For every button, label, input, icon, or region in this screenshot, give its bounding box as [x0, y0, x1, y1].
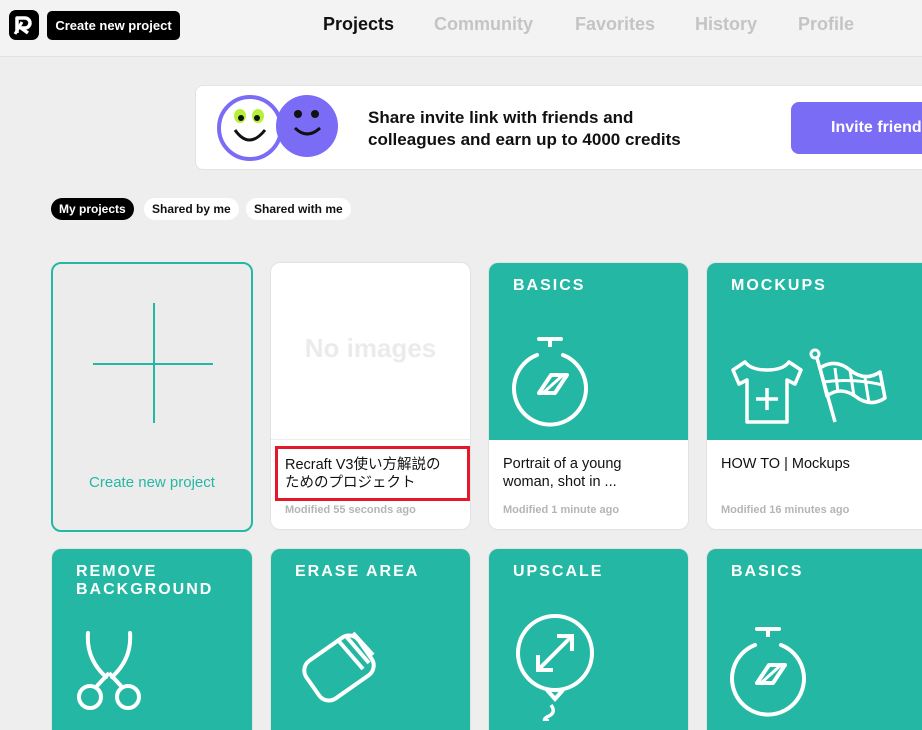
card-thumbnail: MOCKUPS: [707, 263, 922, 440]
top-bar: Create new project Projects Community Fa…: [0, 0, 922, 57]
banner-text-line: colleagues and earn up to 4000 credits: [368, 130, 681, 149]
create-project-card[interactable]: Create new project: [51, 262, 253, 532]
card-category: ERASE AREA: [295, 563, 420, 580]
card-category-line: BACKGROUND: [76, 581, 214, 598]
project-title: HOW TO | Mockups: [721, 456, 850, 472]
highlight-box: [275, 446, 470, 501]
stopwatch-icon: [512, 337, 588, 427]
upscale-balloon-icon: [516, 614, 594, 721]
no-images-placeholder: No images: [304, 333, 437, 363]
card-category: REMOVE BACKGROUND: [76, 563, 213, 599]
template-card-basics[interactable]: BASICS: [706, 548, 922, 730]
project-modified: Modified 55 seconds ago: [285, 504, 416, 516]
card-category: UPSCALE: [513, 563, 604, 580]
card-thumbnail: ERASE AREA: [271, 549, 470, 730]
plus-icon: [93, 363, 213, 365]
eraser-icon: [302, 631, 376, 703]
template-card-erase-area[interactable]: ERASE AREA: [270, 548, 471, 730]
filter-shared-with-me[interactable]: Shared with me: [246, 198, 351, 220]
filter-my-projects[interactable]: My projects: [51, 198, 134, 220]
project-title-line: Portrait of a young: [503, 456, 622, 472]
project-card[interactable]: No images Recraft V3使い方解説の ためのプロジェクト Mod…: [270, 262, 471, 530]
recraft-logo-icon[interactable]: [9, 10, 39, 40]
invite-banner: Share invite link with friends and colle…: [195, 85, 922, 170]
nav-profile[interactable]: Profile: [798, 14, 854, 35]
create-new-project-button[interactable]: Create new project: [47, 11, 180, 40]
template-card-remove-background[interactable]: REMOVE BACKGROUND: [51, 548, 253, 730]
project-modified: Modified 1 minute ago: [503, 504, 620, 516]
card-category: BASICS: [513, 277, 586, 294]
card-category: BASICS: [731, 563, 804, 580]
template-card-upscale[interactable]: UPSCALE: [488, 548, 689, 730]
project-title-line: woman, shot in ...: [503, 474, 617, 490]
scissors-icon: [77, 631, 141, 710]
project-modified: Modified 16 minutes ago: [721, 504, 850, 516]
card-thumbnail: BASICS: [489, 263, 688, 440]
card-divider: [271, 439, 470, 440]
nav-history[interactable]: History: [695, 14, 757, 35]
card-thumbnail: UPSCALE: [489, 549, 688, 730]
nav-projects[interactable]: Projects: [323, 14, 394, 35]
project-card[interactable]: BASICS Portrait of a young woman, shot i…: [488, 262, 689, 530]
card-thumbnail: REMOVE BACKGROUND: [52, 549, 252, 730]
card-thumbnail: BASICS: [707, 549, 922, 730]
create-project-label: Create new project: [89, 474, 215, 491]
filter-shared-by-me[interactable]: Shared by me: [144, 198, 239, 220]
card-category: MOCKUPS: [731, 277, 827, 294]
tshirt-flag-icon: [731, 348, 887, 424]
smiley-faces-icon: [216, 92, 346, 169]
project-title: Portrait of a young woman, shot in ...: [503, 455, 679, 491]
nav-community[interactable]: Community: [434, 14, 533, 35]
banner-text-line: Share invite link with friends and: [368, 108, 634, 127]
invite-banner-text: Share invite link with friends and colle…: [368, 107, 728, 151]
nav-favorites[interactable]: Favorites: [575, 14, 655, 35]
project-card[interactable]: MOCKUPS HOW TO | Mockups Modified 16 min…: [706, 262, 922, 530]
card-category-line: REMOVE: [76, 563, 158, 580]
stopwatch-icon: [730, 627, 806, 717]
invite-friends-button[interactable]: Invite friends: [791, 102, 922, 154]
